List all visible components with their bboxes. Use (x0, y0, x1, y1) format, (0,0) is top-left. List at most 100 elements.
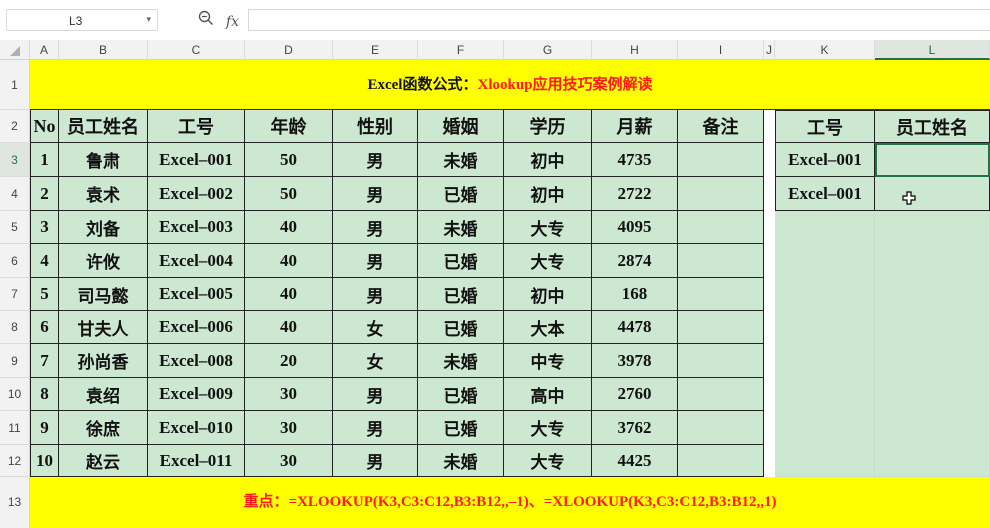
cell-salary[interactable]: 4478 (592, 311, 678, 344)
cell-notes[interactable] (678, 378, 764, 411)
cell-age[interactable]: 40 (245, 211, 333, 244)
header-notes[interactable]: 备注 (678, 110, 764, 143)
lookup-id-cell[interactable]: Excel–001 (775, 177, 875, 211)
row-header-1[interactable]: 1 (0, 60, 30, 110)
row-header-11[interactable]: 11 (0, 411, 30, 445)
cell-no[interactable]: 2 (30, 177, 59, 211)
header-marriage[interactable]: 婚姻 (418, 110, 504, 143)
header-age[interactable]: 年龄 (245, 110, 333, 143)
lookup-header-id[interactable]: 工号 (775, 110, 875, 143)
cell-name[interactable]: 袁术 (59, 177, 148, 211)
cell-no[interactable]: 6 (30, 311, 59, 344)
cell-gender[interactable]: 女 (333, 344, 418, 378)
cell-id[interactable]: Excel–002 (148, 177, 245, 211)
column-header-b[interactable]: B (59, 40, 148, 60)
cell-gender[interactable]: 男 (333, 143, 418, 177)
zoom-icon[interactable] (198, 10, 218, 29)
cell-no[interactable]: 7 (30, 344, 59, 378)
select-all-corner[interactable] (0, 40, 30, 60)
cell-marriage[interactable]: 已婚 (418, 311, 504, 344)
cell-name[interactable]: 赵云 (59, 445, 148, 477)
header-education[interactable]: 学历 (504, 110, 592, 143)
cell-marriage[interactable]: 已婚 (418, 244, 504, 278)
cell-age[interactable]: 30 (245, 378, 333, 411)
cell-education[interactable]: 中专 (504, 344, 592, 378)
cell-id[interactable]: Excel–003 (148, 211, 245, 244)
cell-marriage[interactable]: 已婚 (418, 378, 504, 411)
cell-notes[interactable] (678, 244, 764, 278)
row-header-3[interactable]: 3 (0, 143, 30, 177)
cell-no[interactable]: 3 (30, 211, 59, 244)
cell-salary[interactable]: 3762 (592, 411, 678, 445)
cell-notes[interactable] (678, 311, 764, 344)
header-no[interactable]: No (30, 110, 59, 143)
cell-education[interactable]: 大专 (504, 445, 592, 477)
column-header-k[interactable]: K (775, 40, 875, 60)
header-name[interactable]: 员工姓名 (59, 110, 148, 143)
cell-notes[interactable] (678, 143, 764, 177)
cell-no[interactable]: 1 (30, 143, 59, 177)
cell-marriage[interactable]: 未婚 (418, 445, 504, 477)
sheet-title[interactable]: Excel函数公式：Xlookup应用技巧案例解读 (30, 60, 990, 110)
cell-salary[interactable]: 2722 (592, 177, 678, 211)
cell-age[interactable]: 20 (245, 344, 333, 378)
cell-id[interactable]: Excel–001 (148, 143, 245, 177)
cell-no[interactable]: 4 (30, 244, 59, 278)
cell-gender[interactable]: 女 (333, 311, 418, 344)
name-box[interactable]: L3 ▾ (6, 9, 158, 31)
cell-gender[interactable]: 男 (333, 411, 418, 445)
row-header-10[interactable]: 10 (0, 378, 30, 411)
cell-notes[interactable] (678, 411, 764, 445)
cell-gender[interactable]: 男 (333, 244, 418, 278)
cell-education[interactable]: 初中 (504, 278, 592, 311)
column-header-d[interactable]: D (245, 40, 333, 60)
cell-no[interactable]: 8 (30, 378, 59, 411)
cell-gender[interactable]: 男 (333, 211, 418, 244)
row-header-9[interactable]: 9 (0, 344, 30, 378)
cell-name[interactable]: 司马懿 (59, 278, 148, 311)
header-id[interactable]: 工号 (148, 110, 245, 143)
cell-notes[interactable] (678, 344, 764, 378)
formula-input[interactable] (248, 9, 990, 31)
cell-gender[interactable]: 男 (333, 445, 418, 477)
cell-id[interactable]: Excel–005 (148, 278, 245, 311)
cell-education[interactable]: 大专 (504, 244, 592, 278)
column-header-j[interactable]: J (764, 40, 775, 60)
row-header-5[interactable]: 5 (0, 211, 30, 244)
column-header-g[interactable]: G (504, 40, 592, 60)
row-header-13[interactable]: 13 (0, 477, 30, 528)
cell-name[interactable]: 孙尚香 (59, 344, 148, 378)
cell-education[interactable]: 高中 (504, 378, 592, 411)
column-header-e[interactable]: E (333, 40, 418, 60)
cell-age[interactable]: 50 (245, 143, 333, 177)
header-gender[interactable]: 性别 (333, 110, 418, 143)
cell-notes[interactable] (678, 445, 764, 477)
cell-gender[interactable]: 男 (333, 278, 418, 311)
cell-salary[interactable]: 168 (592, 278, 678, 311)
cell-id[interactable]: Excel–011 (148, 445, 245, 477)
lookup-id-cell[interactable]: Excel–001 (775, 143, 875, 177)
cell-no[interactable]: 9 (30, 411, 59, 445)
cell-id[interactable]: Excel–004 (148, 244, 245, 278)
cell-marriage[interactable]: 已婚 (418, 278, 504, 311)
formula-note[interactable]: 重点：=XLOOKUP(K3,C3:C12,B3:B12,,–1)、=XLOOK… (30, 477, 990, 528)
row-header-7[interactable]: 7 (0, 278, 30, 311)
cell-notes[interactable] (678, 211, 764, 244)
cell-age[interactable]: 30 (245, 445, 333, 477)
lookup-header-name[interactable]: 员工姓名 (875, 110, 990, 143)
column-header-i[interactable]: I (678, 40, 764, 60)
cell-id[interactable]: Excel–010 (148, 411, 245, 445)
cell-education[interactable]: 大本 (504, 311, 592, 344)
cell-marriage[interactable]: 未婚 (418, 344, 504, 378)
cell-id[interactable]: Excel–009 (148, 378, 245, 411)
cell-gender[interactable]: 男 (333, 378, 418, 411)
cell-education[interactable]: 初中 (504, 143, 592, 177)
cell-no[interactable]: 5 (30, 278, 59, 311)
lookup-result-cell-selected[interactable] (875, 143, 990, 177)
column-header-h[interactable]: H (592, 40, 678, 60)
cell-name[interactable]: 鲁肃 (59, 143, 148, 177)
cell-age[interactable]: 30 (245, 411, 333, 445)
cell-education[interactable]: 大专 (504, 211, 592, 244)
row-header-12[interactable]: 12 (0, 445, 30, 477)
row-header-6[interactable]: 6 (0, 244, 30, 278)
